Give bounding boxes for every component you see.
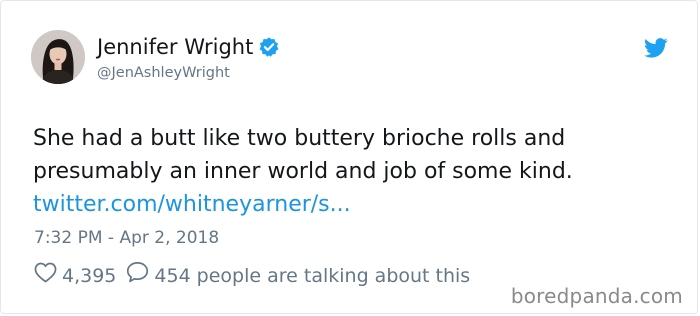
avatar-image	[31, 30, 85, 84]
speech-bubble-icon[interactable]	[126, 261, 149, 290]
tweet-link[interactable]: twitter.com/whitneyarner/s...	[33, 188, 673, 221]
twitter-bird-icon[interactable]	[644, 38, 668, 58]
tweet-text-line-2: presumably an inner world and job of som…	[33, 159, 573, 184]
talking-label[interactable]: people are talking about this	[197, 263, 471, 289]
avatar[interactable]	[31, 30, 85, 84]
reply-count: 454	[154, 264, 191, 287]
display-name[interactable]: Jennifer Wright	[97, 34, 253, 60]
user-handle[interactable]: @JenAshleyWright	[97, 64, 230, 82]
watermark: boredpanda.com	[510, 284, 683, 308]
heart-icon[interactable]	[34, 262, 57, 290]
tweet-text-line-1: She had a butt like two buttery brioche …	[33, 126, 566, 151]
tweet-stats: 4,395 454 people are talking about this	[34, 261, 470, 290]
like-count: 4,395	[62, 264, 117, 287]
tweet-text: She had a butt like two buttery brioche …	[33, 122, 673, 221]
tweet-timestamp[interactable]: 7:32 PM - Apr 2, 2018	[34, 227, 219, 249]
verified-badge-icon	[258, 36, 280, 58]
tweet-card: Jennifer Wright @JenAshleyWright She had…	[0, 0, 698, 314]
user-name-row: Jennifer Wright	[97, 34, 280, 60]
